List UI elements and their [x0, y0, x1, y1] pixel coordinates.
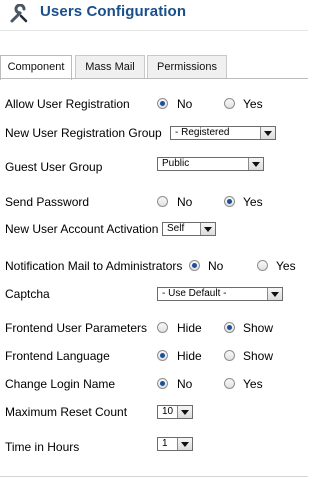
maximum-reset-count-row: Maximum Reset Count 10 — [0, 403, 308, 423]
frontend-user-parameters-hide-label: Hide — [177, 321, 202, 335]
notification-mail-row: Notification Mail to Administrators No Y… — [0, 257, 308, 277]
frontend-user-parameters-show-radio[interactable] — [224, 322, 235, 333]
tab-mass-mail[interactable]: Mass Mail — [75, 55, 145, 78]
maximum-reset-count-value: 10 — [162, 406, 174, 417]
allow-user-registration-yes-radio[interactable] — [224, 98, 235, 109]
new-user-account-activation-row: New User Account Activation Self — [0, 220, 308, 240]
captcha-select[interactable]: - Use Default - — [157, 287, 283, 301]
tab-underline — [0, 78, 308, 79]
frontend-user-parameters-show-label: Show — [243, 321, 274, 335]
frontend-language-hide-label: Hide — [177, 349, 202, 363]
send-password-yes-label: Yes — [243, 195, 263, 209]
new-user-account-activation-select[interactable]: Self — [162, 222, 216, 236]
captcha-value: - Use Default - — [162, 288, 227, 299]
chevron-down-icon — [248, 158, 263, 170]
frontend-user-parameters-row: Frontend User Parameters Hide Show — [0, 319, 308, 339]
tab-component[interactable]: Component — [0, 55, 72, 80]
send-password-label: Send Password — [5, 195, 90, 209]
change-login-name-yes-label: Yes — [243, 377, 263, 391]
notification-mail-yes-radio[interactable] — [257, 260, 268, 271]
frontend-language-hide-radio[interactable] — [157, 350, 168, 361]
allow-user-registration-no-radio[interactable] — [157, 98, 168, 109]
notification-mail-no-radio[interactable] — [189, 260, 200, 271]
allow-user-registration-yes-label: Yes — [243, 97, 263, 111]
new-user-account-activation-value: Self — [167, 223, 185, 234]
time-in-hours-row: Time in Hours 1 — [0, 437, 308, 458]
change-login-name-label: Change Login Name — [5, 377, 116, 391]
maximum-reset-count-label: Maximum Reset Count — [5, 405, 128, 419]
guest-user-group-select[interactable]: Public — [157, 157, 264, 171]
tab-bar: Component Mass Mail Permissions — [0, 55, 308, 80]
notification-mail-no-label: No — [208, 259, 224, 273]
chevron-down-icon — [260, 127, 275, 139]
change-login-name-row: Change Login Name No Yes — [0, 375, 308, 395]
frontend-user-parameters-label: Frontend User Parameters — [5, 321, 148, 335]
frontend-language-show-label: Show — [243, 349, 274, 363]
change-login-name-no-label: No — [177, 377, 193, 391]
allow-user-registration-no-label: No — [177, 97, 193, 111]
send-password-no-radio[interactable] — [157, 196, 168, 207]
allow-user-registration-label: Allow User Registration — [5, 97, 130, 111]
chevron-down-icon — [200, 223, 215, 235]
captcha-label: Captcha — [5, 287, 50, 301]
new-user-registration-group-label: New User Registration Group — [5, 126, 162, 140]
tab-permissions[interactable]: Permissions — [147, 55, 227, 78]
header-divider — [0, 30, 308, 31]
send-password-yes-radio[interactable] — [224, 196, 235, 207]
send-password-no-label: No — [177, 195, 193, 209]
notification-mail-yes-label: Yes — [276, 259, 296, 273]
captcha-row: Captcha - Use Default - — [0, 285, 308, 305]
frontend-language-label: Frontend Language — [5, 349, 110, 363]
send-password-row: Send Password No Yes — [0, 193, 308, 213]
page-header: Users Configuration — [0, 0, 308, 27]
guest-user-group-row: Guest User Group Public — [0, 157, 308, 178]
frontend-language-row: Frontend Language Hide Show — [0, 347, 308, 367]
time-in-hours-select[interactable]: 1 — [157, 437, 193, 451]
chevron-down-icon — [177, 406, 192, 418]
change-login-name-yes-radio[interactable] — [224, 378, 235, 389]
allow-user-registration-row: Allow User Registration No Yes — [0, 95, 308, 115]
time-in-hours-value: 1 — [162, 438, 168, 449]
change-login-name-no-radio[interactable] — [157, 378, 168, 389]
wrench-icon — [10, 4, 28, 23]
maximum-reset-count-select[interactable]: 10 — [157, 405, 193, 419]
frontend-user-parameters-hide-radio[interactable] — [157, 322, 168, 333]
chevron-down-icon — [267, 288, 282, 300]
new-user-registration-group-select[interactable]: - Registered — [170, 126, 276, 140]
chevron-down-icon — [177, 438, 192, 450]
new-user-account-activation-label: New User Account Activation — [5, 222, 159, 236]
guest-user-group-label: Guest User Group — [5, 160, 103, 174]
notification-mail-label: Notification Mail to Administrators — [5, 259, 183, 273]
bottom-divider — [0, 476, 308, 477]
new-user-registration-group-row: New User Registration Group - Registered — [0, 124, 308, 144]
new-user-registration-group-value: - Registered — [175, 127, 230, 138]
guest-user-group-value: Public — [162, 158, 190, 169]
time-in-hours-label: Time in Hours — [5, 440, 80, 454]
page-title: Users Configuration — [40, 3, 187, 20]
frontend-language-show-radio[interactable] — [224, 350, 235, 361]
